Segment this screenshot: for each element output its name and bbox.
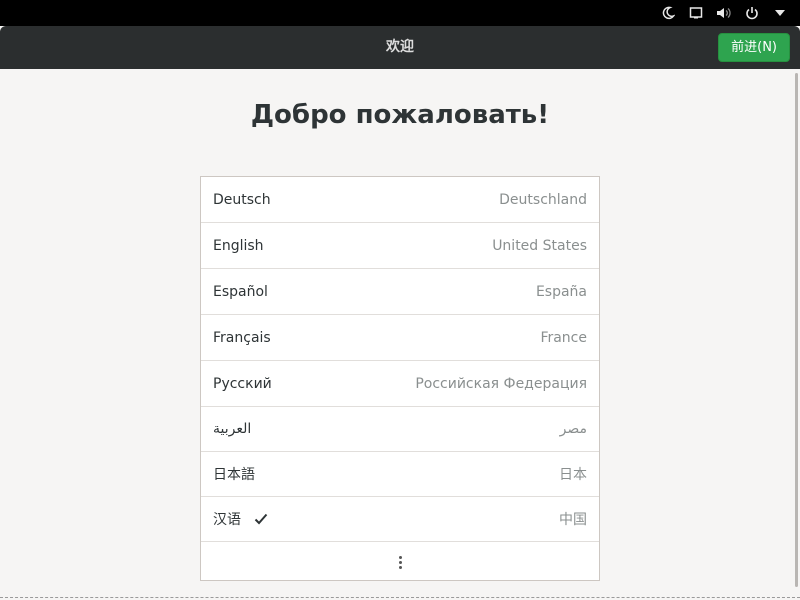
language-row-francais[interactable]: Français France xyxy=(201,315,599,361)
bottom-edge-divider xyxy=(0,597,800,598)
language-row-espanol[interactable]: Español España xyxy=(201,269,599,315)
language-name: Español xyxy=(213,283,268,300)
system-tray[interactable] xyxy=(658,0,790,26)
language-region: Deutschland xyxy=(499,191,587,208)
tray-menu-arrow-icon[interactable] xyxy=(770,0,790,26)
language-region: مصر xyxy=(559,421,587,437)
more-languages-button[interactable] xyxy=(201,542,599,582)
more-vertical-icon xyxy=(398,555,402,569)
next-button[interactable]: 前进(N) xyxy=(718,33,790,62)
page-title: Добро пожаловать! xyxy=(250,100,550,130)
language-region: España xyxy=(535,283,587,300)
display-icon[interactable] xyxy=(686,0,706,26)
language-region: Российская Федерация xyxy=(415,375,587,392)
language-name: العربية xyxy=(213,421,252,437)
language-row-chinese[interactable]: 汉语 中国 xyxy=(201,497,599,542)
language-name: 汉语 xyxy=(213,512,241,528)
language-region: 日本 xyxy=(559,467,587,483)
volume-icon[interactable] xyxy=(714,0,734,26)
language-name: Deutsch xyxy=(213,191,271,208)
language-name: Русский xyxy=(213,375,272,392)
language-name: English xyxy=(213,237,264,254)
language-list: Deutsch Deutschland English United State… xyxy=(200,176,600,581)
language-row-arabic[interactable]: العربية مصر xyxy=(201,407,599,452)
header-bar: 欢迎 前进(N) xyxy=(0,26,800,69)
system-top-bar xyxy=(0,0,800,26)
language-name: Français xyxy=(213,329,271,346)
language-name: 日本語 xyxy=(213,467,255,483)
checkmark-icon xyxy=(253,511,269,527)
language-row-deutsch[interactable]: Deutsch Deutschland xyxy=(201,177,599,223)
night-mode-icon[interactable] xyxy=(658,0,678,26)
language-region: United States xyxy=(492,237,587,254)
language-region: 中国 xyxy=(559,512,587,528)
power-icon[interactable] xyxy=(742,0,762,26)
language-region: France xyxy=(540,329,587,346)
scrollbar[interactable] xyxy=(795,73,798,587)
language-row-english[interactable]: English United States xyxy=(201,223,599,269)
main-content: Добро пожаловать! Deutsch Deutschland En… xyxy=(0,69,800,600)
language-row-japanese[interactable]: 日本語 日本 xyxy=(201,452,599,497)
language-row-russian[interactable]: Русский Российская Федерация xyxy=(201,361,599,407)
window-title: 欢迎 xyxy=(386,39,414,55)
